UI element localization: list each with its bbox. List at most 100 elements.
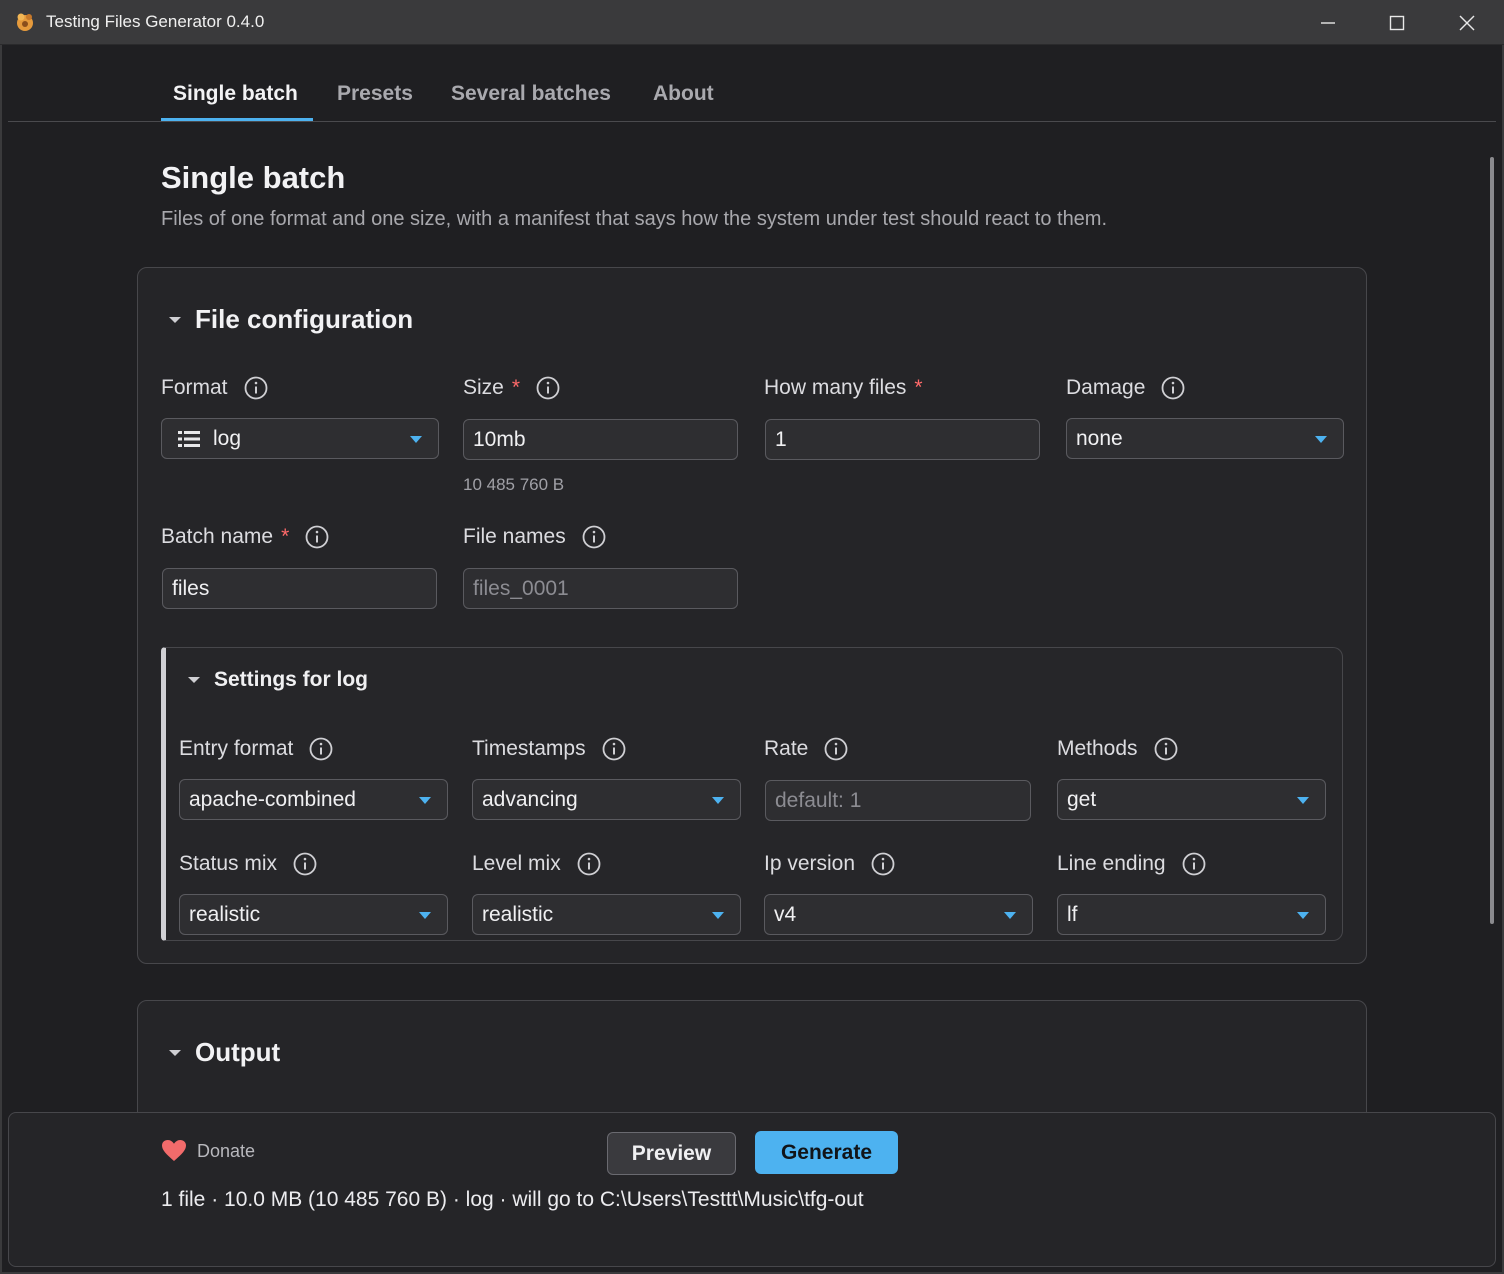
timestamps-label-text: Timestamps (472, 737, 586, 760)
damage-value: none (1076, 426, 1123, 450)
collapse-caret-icon (169, 1049, 181, 1056)
file-names-label-text: File names (463, 525, 566, 548)
damage-select[interactable]: none (1066, 418, 1344, 459)
size-label: Size * (463, 376, 560, 400)
heart-icon (162, 1140, 186, 1161)
close-button[interactable] (1432, 0, 1502, 45)
timestamps-select[interactable]: advancing (472, 779, 741, 820)
file-names-label: File names (463, 525, 606, 549)
size-bytes-hint: 10 485 760 B (463, 475, 565, 494)
minimize-button[interactable] (1293, 0, 1363, 45)
maximize-button[interactable] (1362, 0, 1432, 45)
required-marker: * (914, 376, 923, 399)
close-icon (1459, 15, 1475, 30)
format-label: Format (161, 376, 268, 400)
level-mix-select[interactable]: realistic (472, 894, 741, 935)
info-icon[interactable] (602, 737, 626, 761)
methods-label-text: Methods (1057, 737, 1138, 760)
info-icon[interactable] (1161, 376, 1185, 400)
collapse-caret-icon (169, 316, 181, 323)
dropdown-arrow-icon (419, 797, 431, 804)
required-marker: * (281, 525, 290, 548)
info-icon[interactable] (1154, 737, 1178, 761)
page-title: Single batch (161, 160, 346, 195)
info-icon[interactable] (582, 525, 606, 549)
info-icon[interactable] (871, 852, 895, 876)
info-icon[interactable] (293, 852, 317, 876)
info-icon[interactable] (309, 737, 333, 761)
info-icon[interactable] (1182, 852, 1206, 876)
how-many-files-label: How many files * (764, 376, 923, 400)
list-icon (178, 430, 200, 447)
format-label-text: Format (161, 376, 228, 399)
info-icon[interactable] (577, 852, 601, 876)
tab-several-batches[interactable]: Several batches (451, 82, 611, 106)
file-configuration-header[interactable]: File configuration (169, 304, 413, 335)
level-mix-label: Level mix (472, 852, 601, 876)
log-settings-header[interactable]: Settings for log (188, 668, 368, 692)
tab-presets[interactable]: Presets (337, 82, 413, 106)
ip-version-value: v4 (774, 902, 797, 926)
file-names-placeholder: files_0001 (473, 576, 569, 600)
dropdown-arrow-icon (1297, 912, 1309, 919)
status-mix-value: realistic (189, 902, 261, 926)
output-header[interactable]: Output (169, 1037, 280, 1068)
batch-name-label: Batch name * (161, 525, 329, 549)
rate-label-text: Rate (764, 737, 809, 760)
vertical-scrollbar[interactable] (1490, 157, 1494, 924)
level-mix-label-text: Level mix (472, 852, 561, 875)
line-ending-label-text: Line ending (1057, 852, 1166, 875)
methods-select[interactable]: get (1057, 779, 1326, 820)
collapse-caret-icon (188, 677, 200, 683)
window-title: Testing Files Generator 0.4.0 (46, 12, 265, 31)
how-many-files-label-text: How many files (764, 376, 907, 399)
ip-version-label-text: Ip version (764, 852, 856, 875)
app-logo-icon (17, 13, 33, 31)
page-subtitle: Files of one format and one size, with a… (161, 208, 1108, 230)
size-label-text: Size (463, 376, 504, 399)
timestamps-label: Timestamps (472, 737, 626, 761)
entry-format-value: apache-combined (189, 787, 356, 811)
ip-version-select[interactable]: v4 (764, 894, 1033, 935)
info-icon[interactable] (244, 376, 268, 400)
dropdown-arrow-icon (1315, 436, 1327, 443)
damage-label: Damage (1066, 376, 1185, 400)
line-ending-select[interactable]: lf (1057, 894, 1326, 935)
batch-name-input[interactable]: files (162, 568, 437, 609)
size-input[interactable]: 10mb (463, 419, 738, 460)
line-ending-label: Line ending (1057, 852, 1206, 876)
batch-name-label-text: Batch name (161, 525, 274, 548)
output-summary: 1 file · 10.0 MB (10 485 760 B) · log · … (161, 1188, 864, 1211)
batch-name-value: files (172, 576, 210, 600)
rate-placeholder: default: 1 (775, 788, 862, 812)
dropdown-arrow-icon (1297, 797, 1309, 804)
methods-label: Methods (1057, 737, 1178, 761)
info-icon[interactable] (536, 376, 560, 400)
minimize-icon (1321, 21, 1335, 24)
tab-about[interactable]: About (653, 82, 714, 106)
active-tab-indicator (161, 118, 313, 121)
entry-format-select[interactable]: apache-combined (179, 779, 448, 820)
file-names-input[interactable]: files_0001 (463, 568, 738, 609)
rate-label: Rate (764, 737, 848, 761)
dropdown-arrow-icon (410, 436, 422, 443)
log-settings-title: Settings for log (214, 668, 368, 691)
dropdown-arrow-icon (1004, 912, 1016, 919)
entry-format-label: Entry format (179, 737, 333, 761)
status-mix-select[interactable]: realistic (179, 894, 448, 935)
status-mix-label: Status mix (179, 852, 317, 876)
info-icon[interactable] (824, 737, 848, 761)
format-select[interactable]: log (161, 418, 439, 459)
how-many-files-value: 1 (775, 427, 787, 451)
damage-label-text: Damage (1066, 376, 1146, 399)
donate-link[interactable]: Donate (161, 1139, 255, 1163)
line-ending-value: lf (1067, 902, 1078, 926)
ip-version-label: Ip version (764, 852, 895, 876)
how-many-files-input[interactable]: 1 (765, 419, 1040, 460)
info-icon[interactable] (305, 525, 329, 549)
rate-input[interactable]: default: 1 (765, 780, 1031, 821)
tab-single-batch[interactable]: Single batch (173, 82, 298, 106)
format-value: log (213, 426, 242, 450)
preview-button[interactable]: Preview (607, 1132, 736, 1175)
generate-button[interactable]: Generate (755, 1131, 898, 1174)
